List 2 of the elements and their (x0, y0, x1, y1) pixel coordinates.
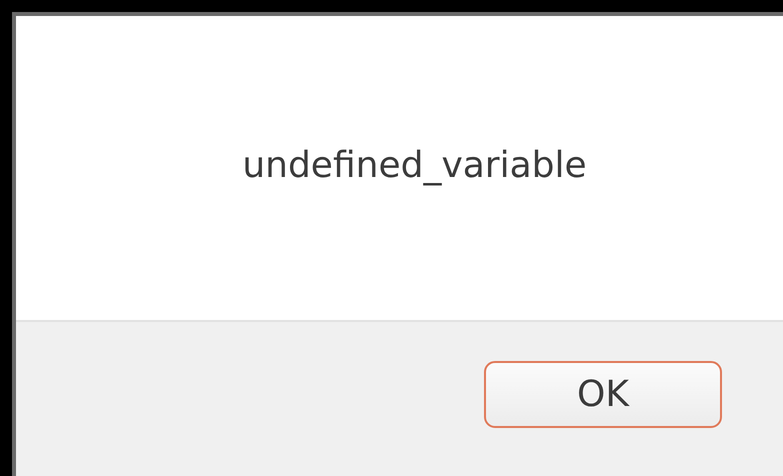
ok-button[interactable]: OK (484, 361, 722, 428)
dialog-message: undefined_variable (242, 144, 587, 188)
